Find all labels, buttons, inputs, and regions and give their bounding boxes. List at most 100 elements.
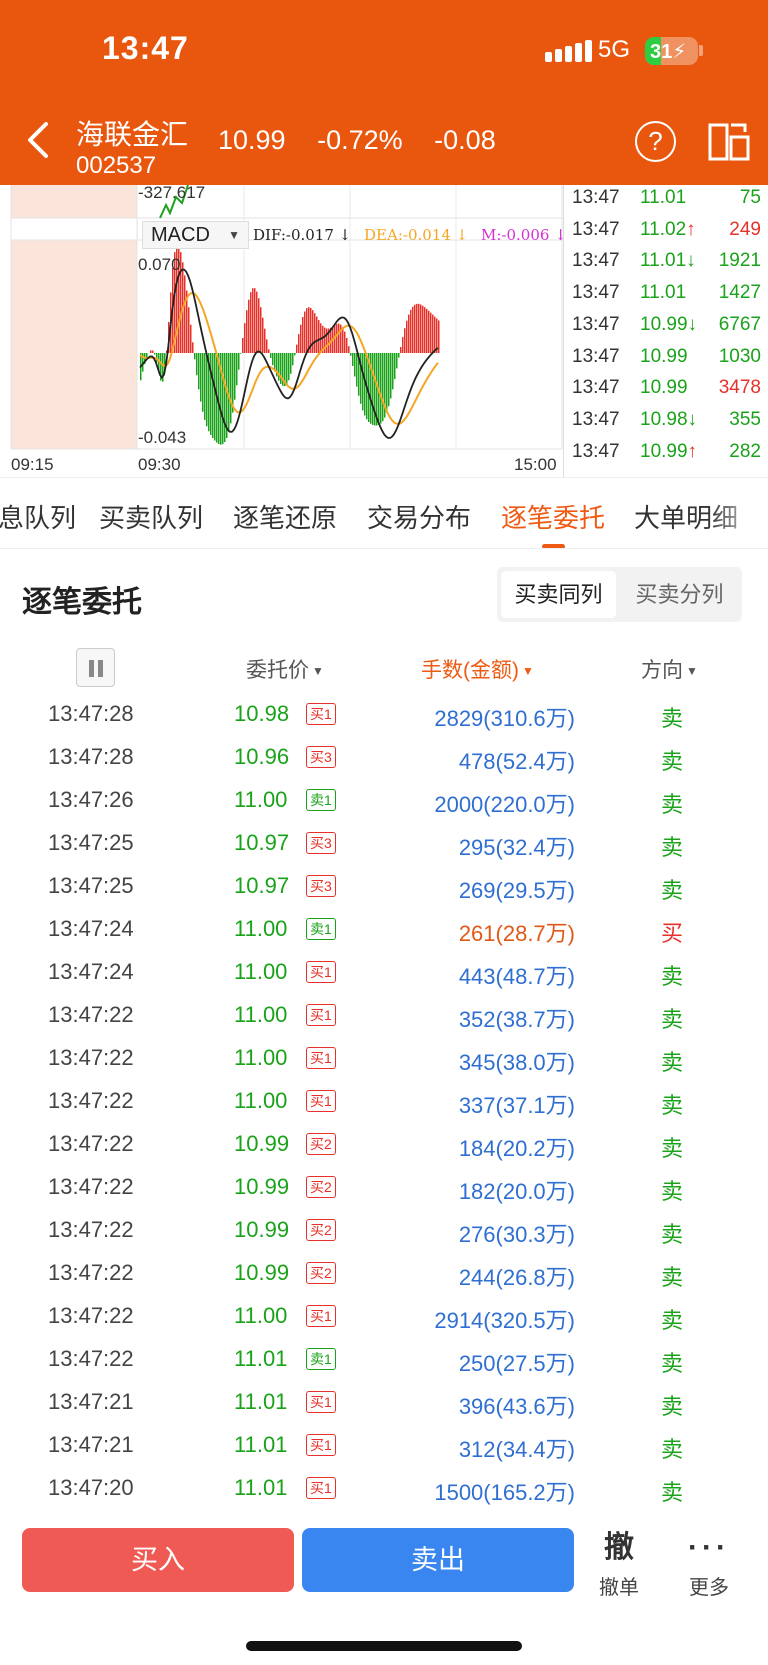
tick-time: 13:47 xyxy=(572,282,620,304)
macd-bar xyxy=(188,307,190,353)
order-time: 13:47:22 xyxy=(48,1346,134,1371)
question-icon: ? xyxy=(648,126,663,156)
stock-change: -0.08 xyxy=(434,125,496,155)
tick-row: 13:47 11.02↑ 249 xyxy=(564,219,768,250)
order-row[interactable]: 13:47:21 11.01 买1 396(43.6万) 卖 xyxy=(0,1381,768,1424)
seg-separate[interactable]: 买卖分列 xyxy=(621,571,738,618)
col-direction[interactable]: 方向 ▼ xyxy=(641,654,698,684)
order-row[interactable]: 13:47:28 10.96 买3 478(52.4万) 卖 xyxy=(0,736,768,779)
order-row[interactable]: 13:47:22 11.00 买1 2914(320.5万) 卖 xyxy=(0,1295,768,1338)
order-direction: 卖 xyxy=(661,1437,684,1462)
macd-bar xyxy=(194,353,196,360)
order-amount: 2914(320.5万) xyxy=(434,1308,575,1333)
more-button[interactable]: ··· 更多 xyxy=(674,1529,744,1600)
order-level-tag: 买1 xyxy=(306,1305,336,1327)
landscape-switch-button[interactable] xyxy=(707,120,751,164)
tick-list[interactable]: 13:47 11.01 75 13:47 11.02↑ 249 13:47 11.01↓ 192… xyxy=(563,185,768,477)
macd-bar xyxy=(304,311,306,353)
cancel-order-button[interactable]: 撤 撤单 xyxy=(584,1529,654,1600)
seg-combined[interactable]: 买卖同列 xyxy=(501,571,616,618)
back-button[interactable] xyxy=(20,118,60,162)
order-amount: 352(38.7万) xyxy=(458,1007,575,1032)
tick-time: 13:47 xyxy=(572,187,620,208)
order-level-tag: 买1 xyxy=(306,1434,336,1456)
order-row[interactable]: 13:47:25 10.97 买3 295(32.4万) 卖 xyxy=(0,822,768,865)
landscape-switch-icon xyxy=(708,123,750,161)
tab-order-queue[interactable]: 买卖队列 xyxy=(99,498,203,535)
order-row[interactable]: 13:47:22 11.00 买1 337(37.1万) 卖 xyxy=(0,1080,768,1123)
macd-bar xyxy=(296,344,298,353)
order-price: 11.00 xyxy=(234,1002,288,1027)
order-level-tag: 买1 xyxy=(306,1391,336,1413)
order-direction: 卖 xyxy=(661,1265,684,1290)
order-row[interactable]: 13:47:22 10.99 买2 244(26.8万) 卖 xyxy=(0,1252,768,1295)
macd-bar xyxy=(414,304,416,353)
macd-bar xyxy=(422,305,424,353)
chevron-left-icon xyxy=(28,122,48,158)
macd-bar xyxy=(312,310,314,353)
tick-volume: 1030 xyxy=(718,345,761,367)
order-row[interactable]: 13:47:22 10.99 买2 184(20.2万) 卖 xyxy=(0,1123,768,1166)
col-order-price[interactable]: 委托价 ▼ xyxy=(246,654,324,684)
order-row[interactable]: 13:47:28 10.98 买1 2829(310.6万) 卖 xyxy=(0,693,768,736)
tick-volume: 355 xyxy=(729,408,761,430)
order-direction: 卖 xyxy=(661,964,684,989)
macd-bar xyxy=(196,353,198,376)
order-level-tag: 买1 xyxy=(306,1090,336,1112)
order-level-tag: 买2 xyxy=(306,1219,336,1241)
order-row[interactable]: 13:47:22 11.00 买1 352(38.7万) 卖 xyxy=(0,994,768,1037)
macd-bar xyxy=(238,353,240,370)
macd-bar xyxy=(346,338,348,353)
buy-button[interactable]: 买入 xyxy=(22,1528,294,1592)
order-row[interactable]: 13:47:22 10.99 买2 182(20.0万) 卖 xyxy=(0,1166,768,1209)
view-mode-toggle: 买卖同列 买卖分列 xyxy=(497,567,742,622)
order-row[interactable]: 13:47:22 11.00 买1 345(38.0万) 卖 xyxy=(0,1037,768,1080)
tab-queue-info[interactable]: 息队列 xyxy=(0,498,76,535)
order-row[interactable]: 13:47:21 11.01 买1 312(34.4万) 卖 xyxy=(0,1424,768,1467)
section-title: 逐笔委托 xyxy=(22,586,142,619)
order-time: 13:47:28 xyxy=(48,744,134,769)
tab-bar: 息队列 买卖队列 逐笔还原 交易分布 逐笔委托 大单明细 xyxy=(0,477,768,549)
order-row[interactable]: 13:47:22 10.99 买2 276(30.3万) 卖 xyxy=(0,1209,768,1252)
macd-bar xyxy=(408,314,410,353)
m-value: M:-0.006 ↓ xyxy=(481,226,567,244)
more-icon: ··· xyxy=(688,1531,730,1564)
caret-down-icon: ▼ xyxy=(228,228,240,242)
macd-bar xyxy=(420,304,422,353)
order-row[interactable]: 13:47:24 11.00 买1 443(48.7万) 卖 xyxy=(0,951,768,994)
macd-chart[interactable]: -327.617 MACD ▼ DIF:-0.017 ↓ DEA:-0.014 … xyxy=(0,183,567,477)
order-row[interactable]: 13:47:20 11.01 买1 1500(165.2万) 卖 xyxy=(0,1467,768,1510)
order-row[interactable]: 13:47:22 11.01 卖1 250(27.5万) 卖 xyxy=(0,1338,768,1381)
macd-bar xyxy=(416,303,418,353)
macd-bar xyxy=(250,292,252,353)
order-level-tag: 买2 xyxy=(306,1133,336,1155)
pause-button[interactable] xyxy=(76,648,115,687)
order-row[interactable]: 13:47:24 11.00 卖1 261(28.7万) 买 xyxy=(0,908,768,951)
pause-icon-bar xyxy=(98,660,103,677)
tab-trade-distribution[interactable]: 交易分布 xyxy=(367,498,471,535)
order-amount: 443(48.7万) xyxy=(458,964,575,989)
indicator-select[interactable]: MACD ▼ xyxy=(142,221,249,249)
col-amount[interactable]: 手数(金额) ▼ xyxy=(421,654,534,684)
order-row[interactable]: 13:47:25 10.97 买3 269(29.5万) 卖 xyxy=(0,865,768,908)
x-start-label: 09:15 xyxy=(11,455,54,474)
macd-bar xyxy=(290,353,292,374)
order-amount: 276(30.3万) xyxy=(458,1222,575,1247)
order-time: 13:47:21 xyxy=(48,1432,134,1457)
macd-bar xyxy=(352,353,354,366)
order-time: 13:47:22 xyxy=(48,1002,134,1027)
help-button[interactable]: ? xyxy=(635,121,676,162)
sell-button[interactable]: 卖出 xyxy=(302,1528,574,1592)
tab-tick-restore[interactable]: 逐笔还原 xyxy=(233,498,337,535)
macd-bar xyxy=(372,353,374,425)
tab-tick-orders[interactable]: 逐笔委托 xyxy=(501,498,605,535)
tick-time: 13:47 xyxy=(572,345,620,367)
macd-bar xyxy=(430,312,432,353)
order-time: 13:47:22 xyxy=(48,1045,134,1070)
order-row[interactable]: 13:47:26 11.00 卖1 2000(220.0万) 卖 xyxy=(0,779,768,822)
premarket-zone-top xyxy=(11,185,137,218)
order-list[interactable]: 13:47:28 10.98 买1 2829(310.6万) 卖 13:47:28 10.9… xyxy=(0,693,768,1523)
macd-bar xyxy=(380,353,382,424)
tick-price: 10.99↓ xyxy=(640,313,698,335)
order-amount: 269(29.5万) xyxy=(458,878,575,903)
